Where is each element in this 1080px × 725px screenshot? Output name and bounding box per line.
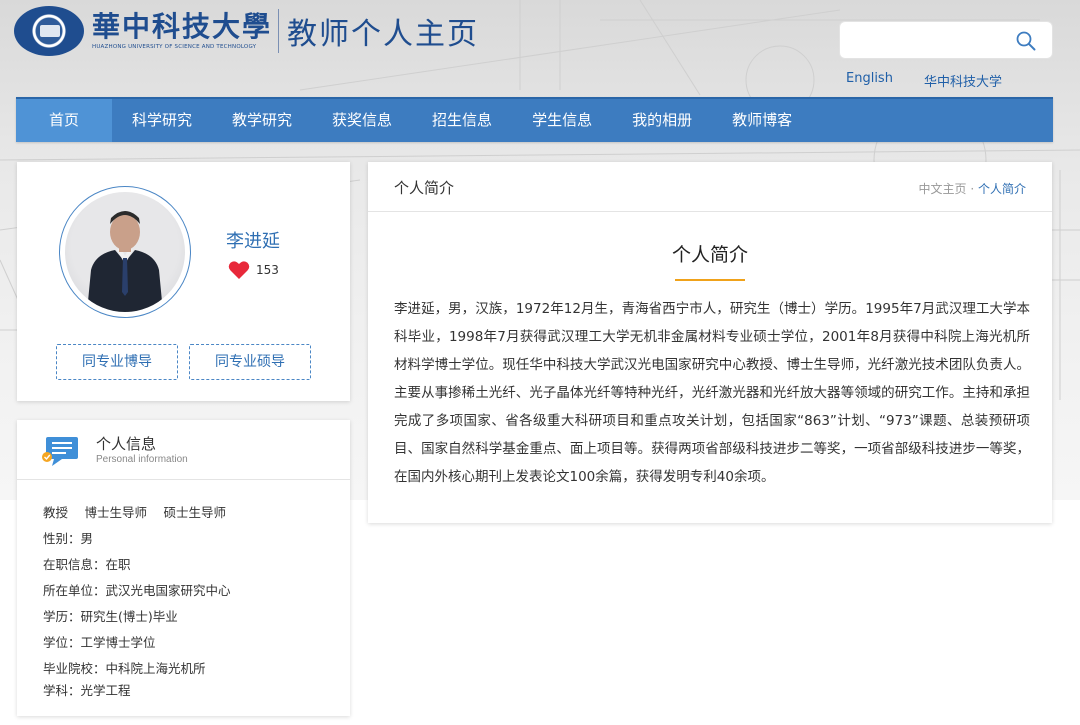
info-row-degree: 学位：工学博士学位: [43, 635, 156, 650]
breadcrumb: 中文主页 · 个人简介: [919, 180, 1026, 197]
main-nav: 首页 科学研究 教学研究 获奖信息 招生信息 学生信息 我的相册 教师博客: [16, 97, 1053, 142]
like-count: 153: [256, 263, 279, 277]
university-logo[interactable]: 華中科技大學 HUAZHONG UNIVERSITY OF SCIENCE AN…: [14, 6, 479, 56]
nav-item-teaching[interactable]: 教学研究: [212, 99, 312, 142]
bio-text: 李进延，男，汉族，1972年12月生，青海省西宁市人，研究生（博士）学历。199…: [394, 301, 1030, 485]
portrait-image: [87, 211, 163, 312]
nav-item-home[interactable]: 首页: [16, 99, 112, 142]
personal-info-header: 个人信息 Personal information: [17, 420, 350, 480]
search-icon[interactable]: [1016, 31, 1036, 51]
nav-item-admissions[interactable]: 招生信息: [412, 99, 512, 142]
logo-divider: [278, 9, 280, 53]
info-row-gender: 性别：男: [43, 531, 94, 546]
info-row-status: 在职信息：在职: [43, 557, 131, 572]
personal-info-subtitle: Personal information: [96, 454, 188, 465]
nav-item-blog[interactable]: 教师博客: [712, 99, 812, 142]
bio-card: 个人简介 中文主页 · 个人简介 个人简介 李进延，男，汉族，1972年12月生…: [368, 162, 1052, 523]
nav-item-album[interactable]: 我的相册: [612, 99, 712, 142]
search-box: [839, 21, 1053, 59]
breadcrumb-separator: ·: [966, 182, 978, 196]
same-major-doctoral-supervisors-button[interactable]: 同专业博导: [56, 344, 178, 380]
logo-english-name: HUAZHONG UNIVERSITY OF SCIENCE AND TECHN…: [92, 44, 257, 50]
university-link[interactable]: 华中科技大学: [924, 71, 1002, 90]
nav-item-students[interactable]: 学生信息: [512, 99, 612, 142]
avatar[interactable]: [65, 192, 185, 312]
like-counter[interactable]: 153: [228, 260, 279, 280]
site-title: 教师个人主页: [287, 17, 480, 52]
bio-section-title: 个人简介: [394, 179, 455, 197]
info-row-discipline: 学科：光学工程: [43, 683, 131, 698]
info-row-title: 教授 博士生导师 硕士生导师: [43, 505, 226, 520]
info-row-education: 学历：研究生(博士)毕业: [43, 609, 178, 624]
same-major-master-supervisors-button[interactable]: 同专业硕导: [189, 344, 311, 380]
profile-card: 李进延 153 同专业博导 同专业硕导: [17, 162, 350, 401]
profile-name[interactable]: 李进延: [226, 227, 280, 253]
bio-heading: 个人简介: [671, 244, 748, 266]
personal-info-card: 个人信息 Personal information 教授 博士生导师 硕士生导师…: [17, 420, 350, 716]
info-row-alma-mater: 毕业院校：中科院上海光机所: [43, 661, 206, 676]
info-row-unit: 所在单位：武汉光电国家研究中心: [43, 583, 231, 598]
chat-info-icon: [42, 437, 78, 466]
university-seal-icon: [14, 6, 84, 56]
nav-item-research[interactable]: 科学研究: [112, 99, 212, 142]
breadcrumb-current: 个人简介: [977, 182, 1026, 196]
avatar-ring: [59, 186, 191, 318]
heart-icon[interactable]: [228, 260, 250, 280]
breadcrumb-home[interactable]: 中文主页: [919, 182, 967, 196]
bio-heading-underline: [675, 279, 745, 281]
logo-chinese-name: 華中科技大學: [92, 10, 273, 43]
search-input[interactable]: [840, 22, 1010, 58]
english-link[interactable]: English: [846, 71, 893, 86]
bio-header: 个人简介 中文主页 · 个人简介: [368, 162, 1052, 212]
personal-info-title: 个人信息: [96, 435, 157, 453]
nav-item-awards[interactable]: 获奖信息: [312, 99, 412, 142]
